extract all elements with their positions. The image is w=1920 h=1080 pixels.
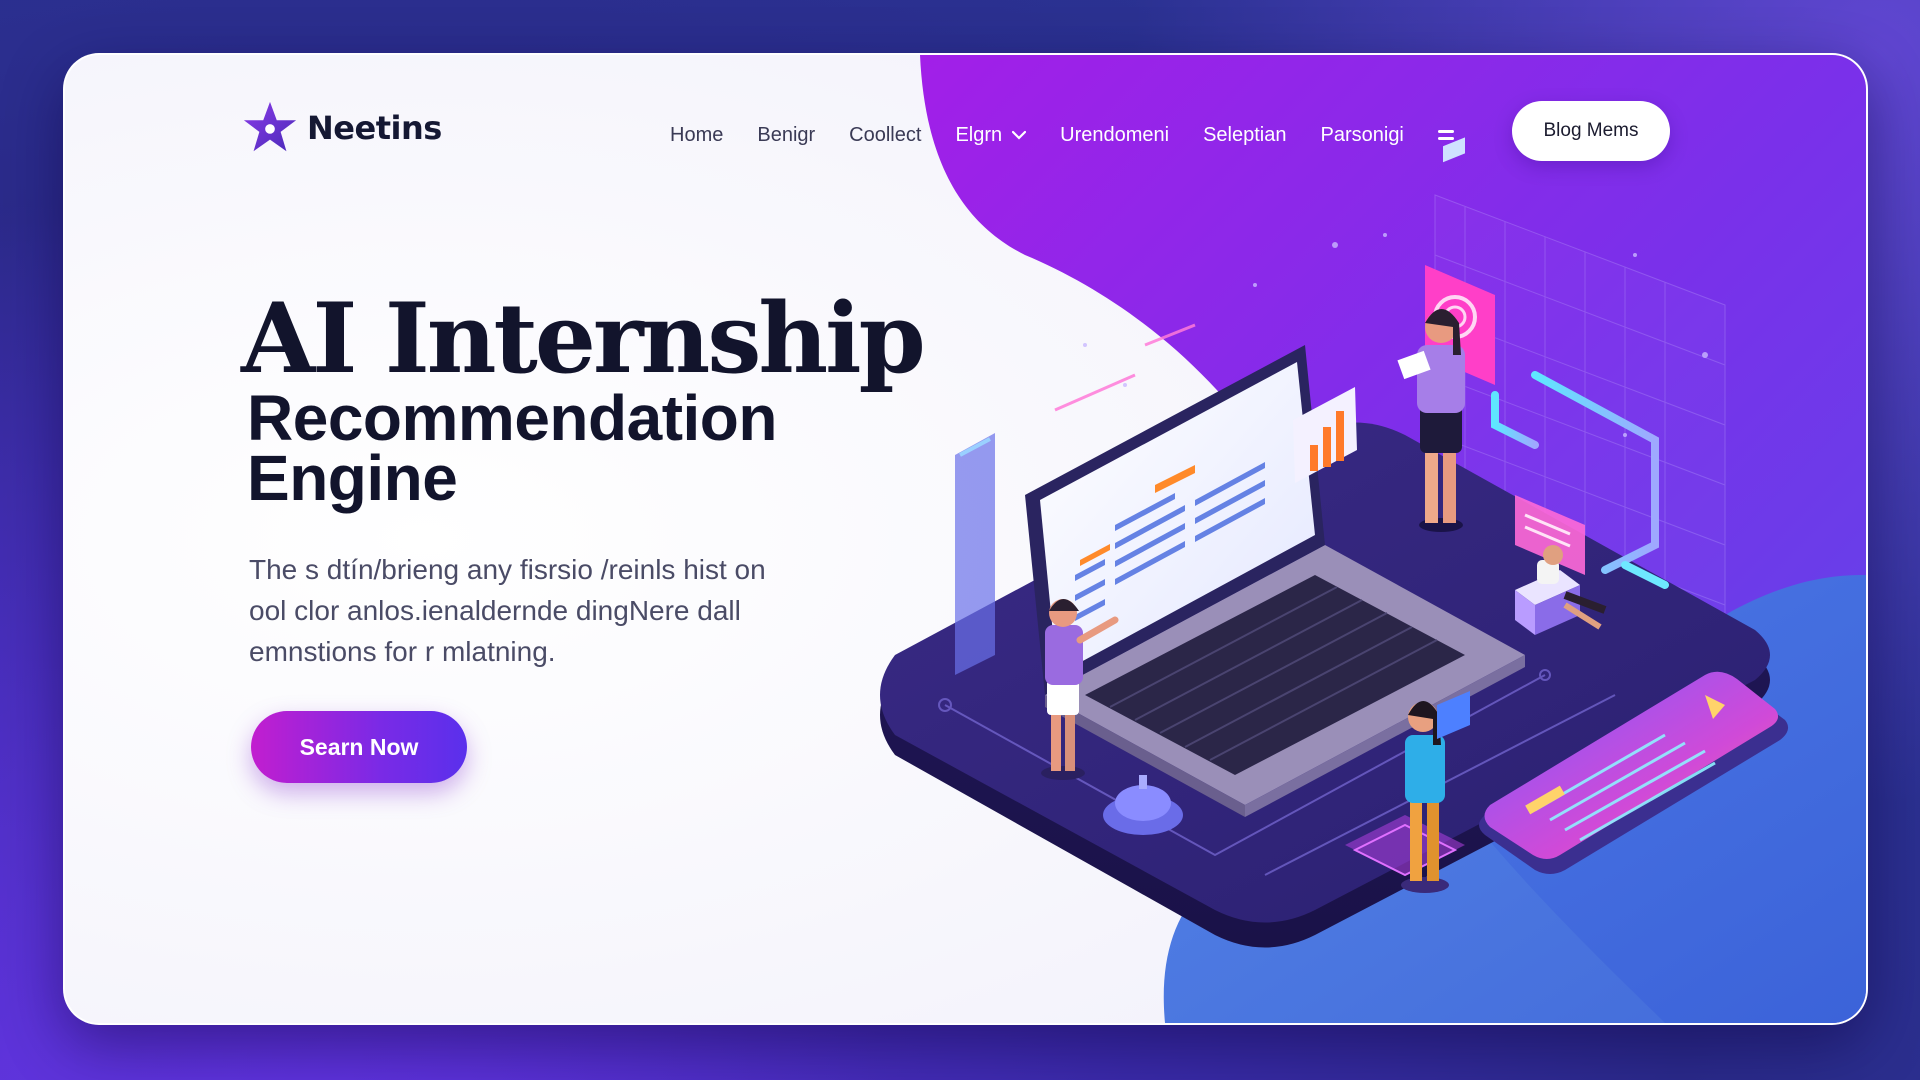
nav-item-home[interactable]: Home	[670, 124, 723, 147]
main-nav: Home Benigr Coollect Elgrn Urendomeni Se…	[670, 113, 1484, 157]
nav-item-elgrn[interactable]: Elgrn	[955, 123, 1027, 147]
nav-item-benigr[interactable]: Benigr	[757, 124, 815, 147]
brand-name: Neetins	[307, 109, 442, 147]
star-logo-icon	[243, 101, 297, 152]
menu-icon[interactable]	[1437, 130, 1454, 140]
brand-logo[interactable]: Neetins	[241, 99, 442, 157]
hero-subtitle: Recommendation Engine	[247, 386, 777, 510]
nav-item-label: Seleptian	[1203, 123, 1287, 146]
search-now-button[interactable]: Searn Now	[251, 711, 467, 783]
nav-item-coollect[interactable]: Coollect	[849, 124, 921, 147]
nav-item-label: Benigr	[757, 123, 816, 146]
hero-title: AI Internship	[241, 282, 926, 395]
isometric-illustration	[880, 137, 1789, 948]
nav-item-parsonigi[interactable]: Parsonigi	[1321, 124, 1404, 147]
hero-subtitle-line2: Engine	[247, 442, 458, 514]
nav-item-seleptian[interactable]: Seleptian	[1203, 124, 1286, 147]
chevron-down-icon	[1012, 130, 1027, 140]
blog-mems-button[interactable]: Blog Mems	[1512, 101, 1670, 161]
hero-card: Neetins Home Benigr Coollect Elgrn Urend…	[63, 53, 1868, 1025]
hero-description: The s dtín/brieng any fisrsio /reinls hi…	[249, 554, 766, 667]
nav-item-label: Parsonigi	[1320, 123, 1404, 146]
nav-item-label: Urendomeni	[1060, 123, 1170, 146]
nav-item-label: Home	[670, 123, 724, 146]
nav-item-urendomeni[interactable]: Urendomeni	[1060, 124, 1169, 147]
nav-item-label: Coollect	[849, 123, 922, 146]
nav-item-label: Elgrn	[955, 123, 1003, 146]
